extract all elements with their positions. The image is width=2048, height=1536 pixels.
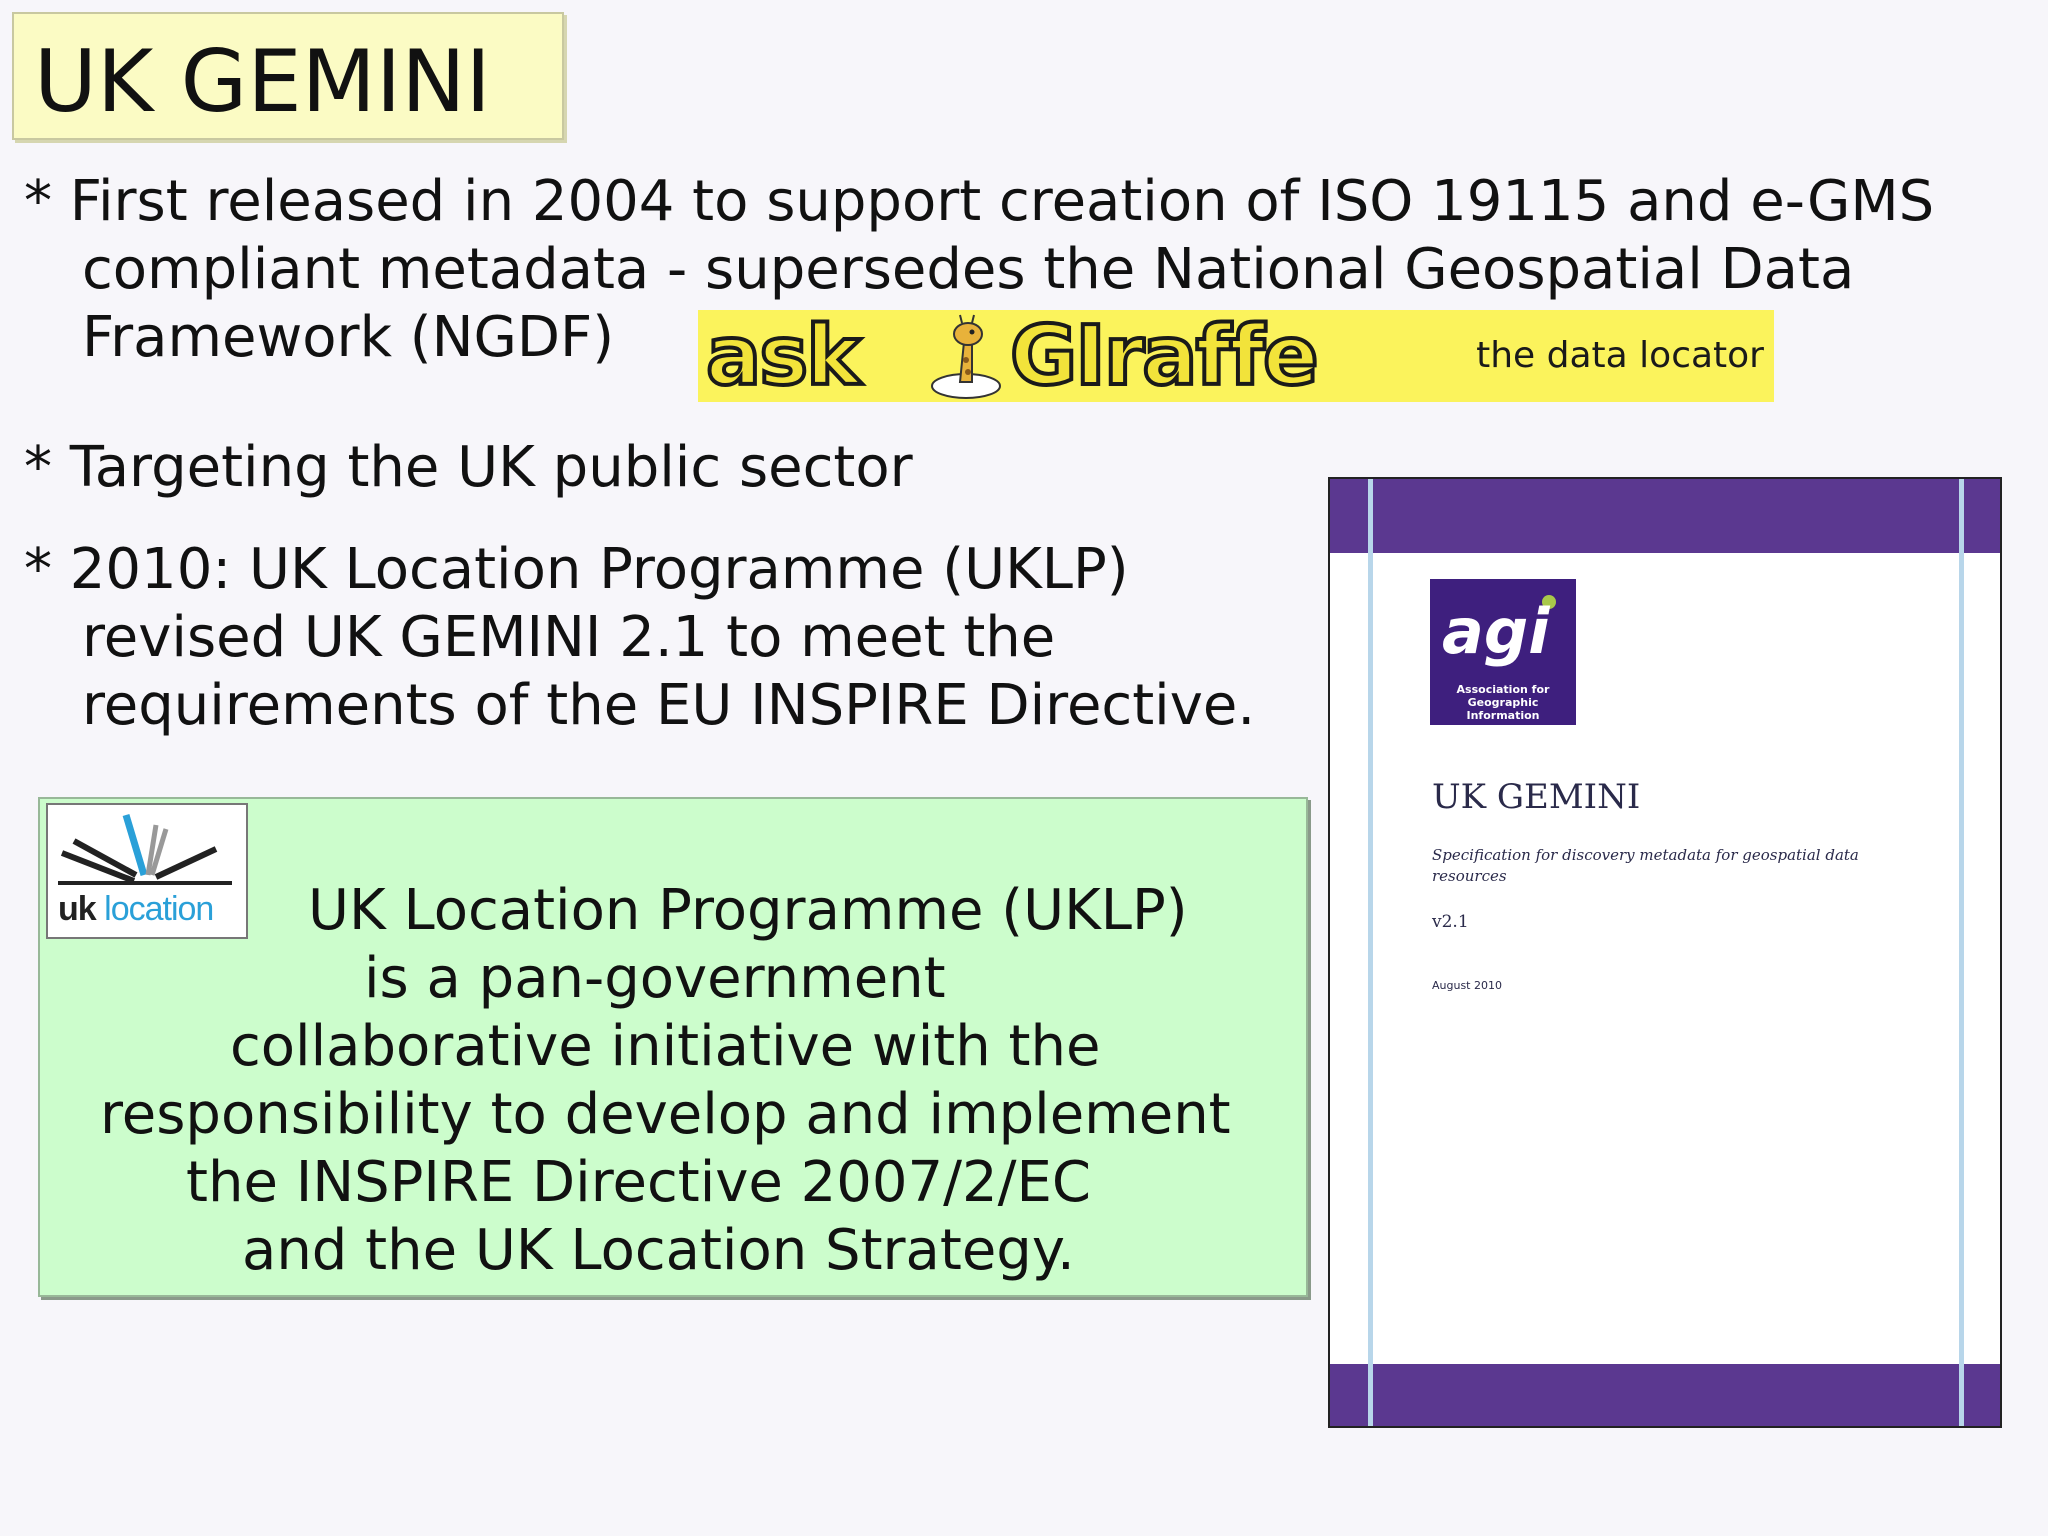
bullet-line: * 2010: UK Location Programme (UKLP)	[24, 537, 1129, 602]
bullet-line: revised UK GEMINI 2.1 to meet the	[82, 605, 1056, 670]
uklp-text-line: UK Location Programme (UKLP)	[308, 878, 1188, 943]
uk-location-wordmark: uk location	[58, 890, 214, 928]
uk-location-logo: uk location	[46, 803, 248, 939]
uklp-callout-box: uk location UK Location Programme (UKLP)…	[38, 797, 1308, 1297]
agi-logo-word: agi	[1442, 595, 1550, 668]
ask-giraffe-tagline: the data locator	[1476, 335, 1764, 376]
bullet-targeting: * Targeting the UK public sector	[24, 434, 913, 502]
uklp-text-line: responsibility to develop and implement	[100, 1082, 1231, 1147]
uklp-text-line: and the UK Location Strategy.	[242, 1218, 1075, 1283]
agi-logo-subtitle: Association for Geographic Information	[1456, 683, 1550, 722]
uk-gemini-document-cover: agi Association for Geographic Informati…	[1328, 477, 2002, 1428]
uklp-text-line: collaborative initiative with the	[230, 1014, 1101, 1079]
bullet-line: compliant metadata - supersedes the Nati…	[82, 237, 1855, 302]
uklp-text-line: the INSPIRE Directive 2007/2/EC	[186, 1150, 1092, 1215]
cover-top-band	[1330, 479, 2000, 553]
ask-giraffe-wordmark-ask: ask	[704, 309, 863, 404]
bullet-2010-uklp: * 2010: UK Location Programme (UKLP) rev…	[24, 536, 1255, 740]
slide-title-box: UK GEMINI	[12, 12, 564, 140]
bullet-line: * First released in 2004 to support crea…	[24, 169, 1935, 234]
ask-giraffe-logo: ask GIraffe the data locator	[698, 310, 1774, 402]
ask-giraffe-wordmark-giraffe: GIraffe	[1008, 309, 1321, 404]
bullet-line: requirements of the EU INSPIRE Directive…	[82, 673, 1256, 738]
cover-subtitle: Specification for discovery metadata for…	[1432, 846, 1859, 885]
cover-bottom-band	[1330, 1364, 2000, 1426]
cover-title: UK GEMINI	[1432, 777, 1641, 817]
agi-logo: agi Association for Geographic Informati…	[1430, 579, 1576, 725]
cover-left-rule	[1368, 479, 1373, 1426]
giraffe-icon	[931, 314, 1001, 399]
cover-date: August 2010	[1432, 979, 1502, 992]
uklp-text-line: is a pan-government	[364, 946, 946, 1011]
slide-title: UK GEMINI	[34, 32, 491, 132]
cover-right-rule	[1959, 479, 1964, 1426]
bullet-line: * Targeting the UK public sector	[24, 435, 913, 500]
open-book-icon	[58, 813, 232, 885]
cover-version: v2.1	[1432, 912, 1469, 932]
